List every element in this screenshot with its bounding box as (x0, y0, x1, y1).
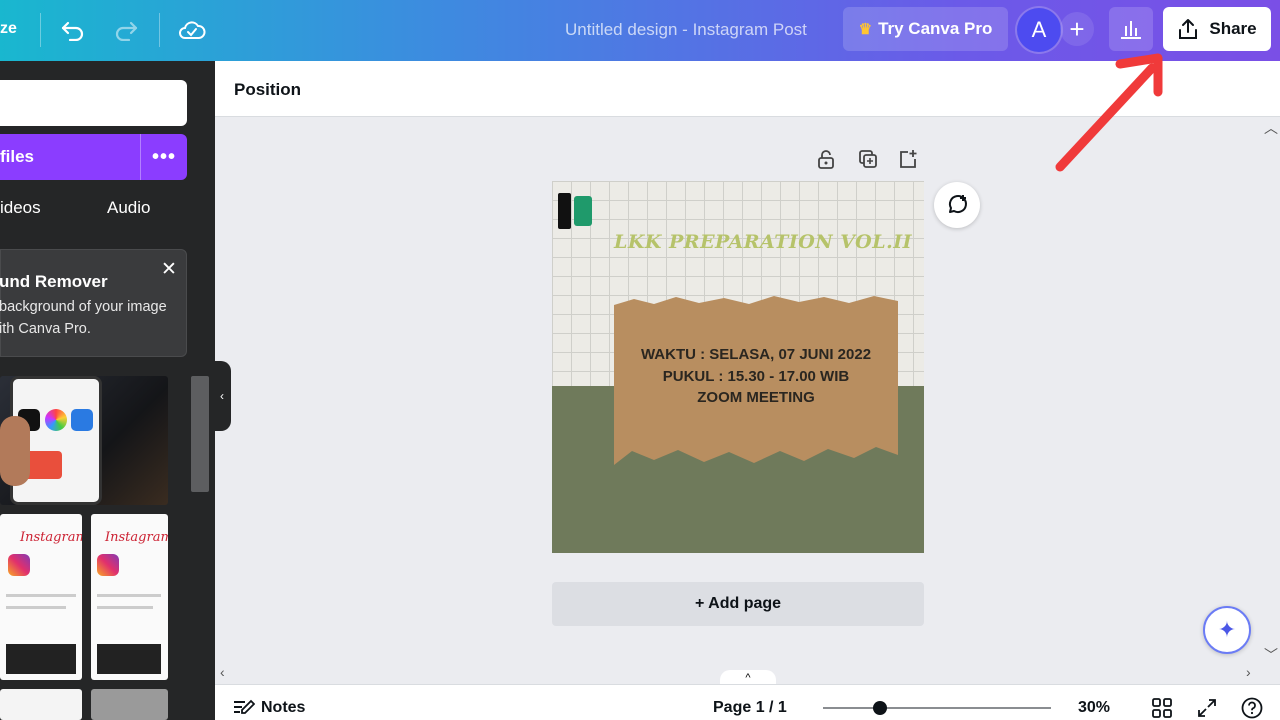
divider (159, 13, 160, 47)
scroll-right-icon[interactable]: › (1246, 664, 1251, 680)
lock-icon[interactable] (815, 148, 837, 170)
event-time-line: WAKTU : SELASA, 07 JUNI 2022 (640, 346, 872, 363)
close-icon[interactable]: ✕ (161, 258, 177, 281)
text-line (6, 606, 66, 609)
undo-icon[interactable] (57, 14, 89, 46)
grid-view-icon[interactable] (1150, 696, 1174, 720)
instagram-icon (8, 554, 30, 576)
tab-videos[interactable]: ideos (0, 198, 41, 218)
promo-title: und Remover (0, 272, 108, 291)
text-line (97, 594, 161, 597)
invite-plus-icon[interactable]: + (1060, 12, 1094, 46)
help-icon[interactable] (1240, 696, 1264, 720)
try-canva-pro-label: Try Canva Pro (878, 19, 993, 38)
search-input[interactable] (0, 80, 187, 126)
design-canvas[interactable]: LKK PREPARATION VOL.II WAKTU : SELASA, 0… (552, 181, 924, 553)
instagram-wordmark: Instagram (20, 530, 82, 545)
crown-icon: ♛ (858, 21, 873, 38)
promo-line: background of your image (0, 299, 167, 315)
add-page-icon[interactable] (897, 148, 919, 170)
scroll-down-icon[interactable]: ﹀ (1264, 645, 1278, 665)
logo-icon (558, 193, 571, 229)
fullscreen-icon[interactable] (1195, 696, 1219, 720)
position-button[interactable]: Position (234, 80, 301, 100)
preview-strip (6, 644, 76, 674)
magic-assistant-button[interactable]: ✦ (1203, 606, 1251, 654)
page-indicator[interactable]: Page 1 / 1 (713, 699, 787, 717)
event-venue-line: ZOOM MEETING (697, 389, 815, 406)
share-label: Share (1209, 19, 1257, 38)
notes-button[interactable]: Notes (261, 699, 305, 717)
redo-icon[interactable] (110, 14, 142, 46)
zoom-slider[interactable] (823, 707, 1051, 709)
design-title: LKK PREPARATION VOL.II (614, 231, 912, 253)
duplicate-page-icon[interactable] (857, 148, 879, 170)
add-page-button[interactable]: + Add page (552, 582, 924, 626)
uploads-panel: files ••• ideos Audio und Remover backgr… (0, 61, 215, 720)
background-remover-promo: und Remover background of your image ith… (0, 249, 187, 357)
uploaded-image-thumbnail[interactable]: Instagram (91, 514, 168, 680)
instagram-wordmark: Instagram (105, 530, 168, 545)
uploaded-image-thumbnail[interactable] (91, 689, 168, 720)
insights-button[interactable] (1109, 7, 1153, 51)
share-button[interactable]: Share (1163, 7, 1271, 51)
event-details: WAKTU : SELASA, 07 JUNI 2022 PUKUL : 15.… (614, 344, 898, 409)
resize-button[interactable]: ze (0, 20, 17, 38)
collapse-panel-button[interactable]: ‹ (213, 361, 231, 431)
divider (40, 13, 41, 47)
scroll-up-icon[interactable]: ︿ (1264, 118, 1278, 138)
add-comment-button[interactable] (934, 182, 980, 228)
event-hour-line: PUKUL : 15.30 - 17.00 WIB (662, 367, 850, 385)
text-line (6, 594, 76, 597)
cloud-saved-icon[interactable] (176, 14, 208, 46)
avatar[interactable]: A (1017, 8, 1061, 52)
app-tile (71, 409, 93, 431)
context-toolbar: Position (215, 61, 1280, 117)
zoom-level[interactable]: 30% (1078, 699, 1110, 717)
comment-icon (948, 195, 967, 214)
app-tile (45, 409, 67, 431)
upload-share-icon (1179, 19, 1198, 39)
sidebar-scrollbar[interactable] (191, 376, 209, 492)
uploaded-image-thumbnail[interactable] (0, 376, 168, 505)
promo-line: ith Canva Pro. (0, 321, 91, 337)
uploaded-image-thumbnail[interactable]: Instagram (0, 514, 82, 680)
notes-icon[interactable] (232, 696, 256, 720)
sparkle-icon: ✦ (1217, 617, 1237, 642)
top-bar: ze Untitled design - Instagram Post ♛ Tr… (0, 0, 1280, 61)
text-line (97, 606, 153, 609)
instagram-icon (97, 554, 119, 576)
document-title[interactable]: Untitled design - Instagram Post (565, 20, 807, 40)
upload-files-label: files (0, 147, 35, 166)
scroll-left-icon[interactable]: ‹ (220, 664, 225, 680)
preview-strip (97, 644, 161, 674)
logo-icon (574, 196, 592, 226)
more-options-icon[interactable]: ••• (140, 134, 187, 180)
bar-chart-icon (1121, 21, 1141, 39)
uploaded-image-thumbnail[interactable] (0, 689, 82, 720)
try-canva-pro-button[interactable]: ♛ Try Canva Pro (843, 7, 1008, 51)
upload-files-button[interactable]: files ••• (0, 134, 187, 180)
promo-body: background of your image ith Canva Pro. (0, 296, 179, 340)
bottom-bar: Notes Page 1 / 1 30% (215, 684, 1280, 720)
tab-audio[interactable]: Audio (107, 198, 150, 218)
hand (0, 416, 30, 486)
zoom-slider-handle[interactable] (873, 701, 887, 715)
